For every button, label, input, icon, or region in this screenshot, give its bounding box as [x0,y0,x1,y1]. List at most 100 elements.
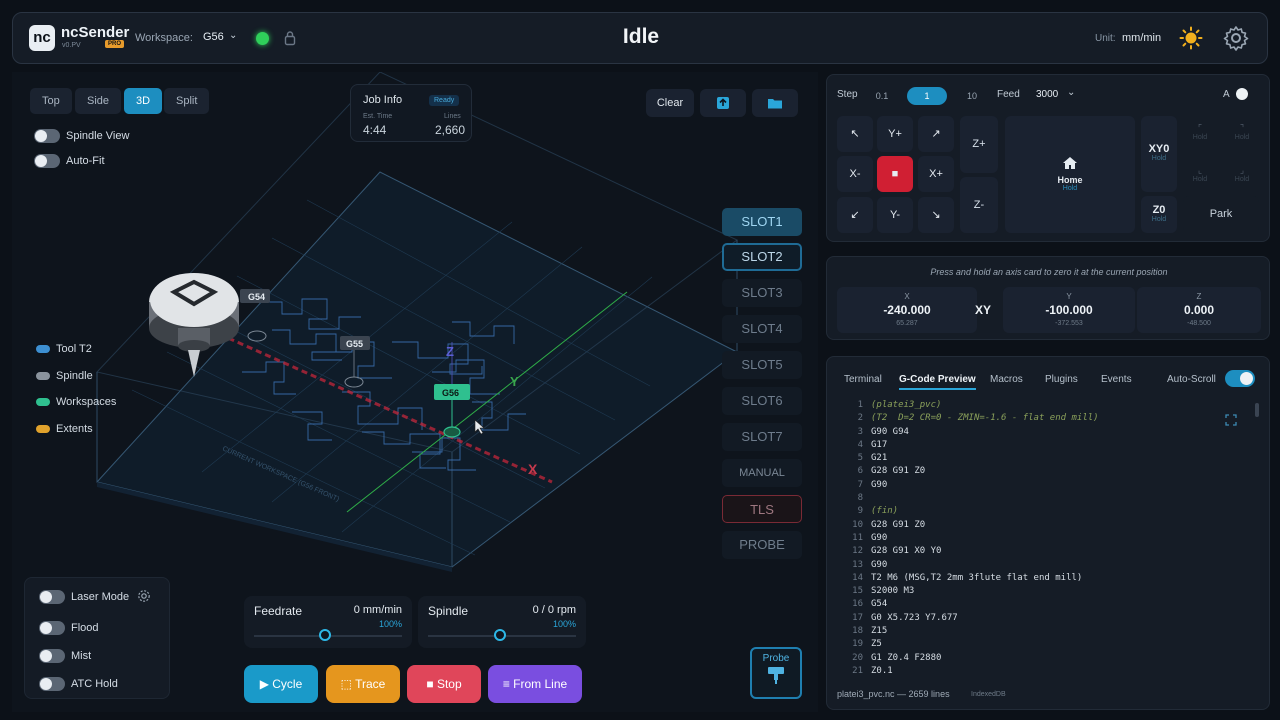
feed-chevron-down-icon[interactable]: ⌄ [1067,87,1075,98]
view-split-button[interactable]: Split [164,88,210,114]
from-line-button[interactable]: ≡ From Line [488,665,582,703]
stop-button[interactable]: ■ Stop [407,665,481,703]
jog-z-plus-button[interactable]: Z+ [960,116,998,173]
jog-z-minus-button[interactable]: Z- [960,177,998,233]
manual-tool-button[interactable]: MANUAL [722,459,802,487]
step-10-button[interactable]: 10 [957,87,987,105]
a-axis-toggle[interactable] [1236,88,1248,100]
gcode-viewer[interactable]: 1 (platei3_pvc) 2 (T2 D=2 CR=0 - ZMIN=-1.6 … [837,399,1257,679]
spindle-view-toggle[interactable]: Spindle View [34,129,129,143]
legend-tool[interactable]: Tool T2 [36,343,92,355]
jog-y-minus-button[interactable]: Y- [877,197,913,233]
legend-extents[interactable]: Extents [36,423,93,435]
slot-1-button[interactable]: SLOT1 [722,208,802,236]
atc-hold-toggle[interactable]: ATC Hold [39,677,118,691]
cycle-button[interactable]: ▶ Cycle [244,665,318,703]
laser-mode-toggle[interactable]: Laser Mode [39,590,129,604]
slot-2-button[interactable]: SLOT2 [722,243,802,271]
feedrate-slider-thumb[interactable] [319,629,331,641]
view-top-button[interactable]: Top [30,88,72,114]
jog-x-minus-button[interactable]: X- [837,156,873,192]
auto-fit-toggle[interactable]: Auto-Fit [34,154,105,168]
x-axis-card[interactable]: X -240.000 65.287 [837,287,977,333]
gcode-line[interactable]: 6 G28 G91 Z0 [837,465,1257,478]
job-info-card: Job Info Ready Est. Time Lines 4:44 2,66… [350,84,472,142]
auto-scroll-label: Auto-Scroll [1167,374,1216,385]
jog-stop-button[interactable]: ■ [877,156,913,192]
xy-zero-card[interactable]: XY [963,287,1003,333]
z-axis-card[interactable]: Z 0.000 -48.500 [1137,287,1261,333]
gear-icon[interactable] [1223,25,1249,51]
gcode-line[interactable]: 14 T2 M6 (MSG,T2 2mm 3flute flat end mill… [837,572,1257,585]
gcode-line[interactable]: 11 G90 [837,532,1257,545]
legend-spindle[interactable]: Spindle [36,370,93,382]
flood-toggle[interactable]: Flood [39,621,99,635]
mist-toggle[interactable]: Mist [39,649,91,663]
slot-3-button[interactable]: SLOT3 [722,279,802,307]
gcode-line[interactable]: 19 Z5 [837,638,1257,651]
gcode-line-number: 13 [852,559,863,570]
gcode-line[interactable]: 8 [837,492,1257,505]
y-axis-card[interactable]: Y -100.000 -372.553 [1003,287,1135,333]
probe-button[interactable]: Probe [750,647,802,699]
jog-x-plus-y-minus-button[interactable]: ↘ [918,197,954,233]
tab-terminal[interactable]: Terminal [844,374,882,385]
tls-button[interactable]: TLS [722,495,802,523]
gcode-line[interactable]: 18 Z15 [837,625,1257,638]
feed-select[interactable]: 3000 [1036,89,1058,100]
tab-events[interactable]: Events [1101,374,1132,385]
open-folder-button[interactable] [752,89,798,117]
slot-5-button[interactable]: SLOT5 [722,351,802,379]
gcode-line[interactable]: 2 (T2 D=2 CR=0 - ZMIN=-1.6 - flat end mil… [837,412,1257,425]
jog-x-plus-y-plus-button[interactable]: ↗ [918,116,954,152]
step-0-1-button[interactable]: 0.1 [867,87,897,105]
upload-button[interactable] [700,89,746,117]
slot-6-button[interactable]: SLOT6 [722,387,802,415]
gcode-line[interactable]: 7 G90 [837,479,1257,492]
gcode-line-text: G17 [871,439,888,450]
corner-bottom-left-button[interactable]: ⌞ Hold [1185,165,1215,183]
gcode-line[interactable]: 9 (fin) [837,505,1257,518]
unit-value[interactable]: mm/min [1122,32,1161,44]
corner-bottom-right-button[interactable]: ⌟ Hold [1227,165,1257,183]
corner-top-left-button[interactable]: ⌜ Hold [1185,123,1215,141]
home-button[interactable]: Home Hold [1005,116,1135,233]
auto-scroll-toggle[interactable] [1225,370,1255,387]
step-1-button[interactable]: 1 [907,87,947,105]
view-3d-button[interactable]: 3D [124,88,163,114]
gcode-line[interactable]: 21 Z0.1 [837,665,1257,678]
jog-x-minus-y-plus-button[interactable]: ↖ [837,116,873,152]
jog-x-minus-y-minus-button[interactable]: ↙ [837,197,873,233]
clear-button[interactable]: Clear [646,89,694,117]
trace-button[interactable]: ⬚ Trace [326,665,400,703]
tab-plugins[interactable]: Plugins [1045,374,1078,385]
probe-slot-button[interactable]: PROBE [722,531,802,559]
corner-top-right-button[interactable]: ⌝ Hold [1227,123,1257,141]
gcode-line[interactable]: 20 G1 Z0.4 F2880 [837,652,1257,665]
spindle-slider-thumb[interactable] [494,629,506,641]
park-button[interactable]: Park [1183,196,1259,233]
gcode-line[interactable]: 1 (platei3_pvc) [837,399,1257,412]
gcode-line[interactable]: 17 G0 X5.723 Y7.677 [837,612,1257,625]
slot-4-button[interactable]: SLOT4 [722,315,802,343]
view-side-button[interactable]: Side [75,88,122,114]
gcode-line[interactable]: 3 G90 G94 [837,426,1257,439]
sun-icon[interactable] [1179,26,1203,50]
gcode-line[interactable]: 5 G21 [837,452,1257,465]
tab-gcode-preview[interactable]: G-Code Preview [899,374,976,390]
gcode-line[interactable]: 4 G17 [837,439,1257,452]
tab-macros[interactable]: Macros [990,374,1023,385]
z0-button[interactable]: Z0 Hold [1141,196,1177,233]
slot-7-button[interactable]: SLOT7 [722,423,802,451]
laser-settings-gear-icon[interactable] [137,589,151,603]
gcode-line[interactable]: 12 G28 G91 X0 Y0 [837,545,1257,558]
jog-y-plus-button[interactable]: Y+ [877,116,913,152]
gcode-line[interactable]: 13 G90 [837,559,1257,572]
jog-x-plus-button[interactable]: X+ [918,156,954,192]
xy0-button[interactable]: XY0 Hold [1141,116,1177,192]
legend-workspaces[interactable]: Workspaces [36,396,116,408]
gcode-line[interactable]: 16 G54 [837,598,1257,611]
gcode-line[interactable]: 10 G28 G91 Z0 [837,519,1257,532]
gcode-line[interactable]: 15 S2000 M3 [837,585,1257,598]
x-axis-machine-value: 65.287 [896,320,918,327]
